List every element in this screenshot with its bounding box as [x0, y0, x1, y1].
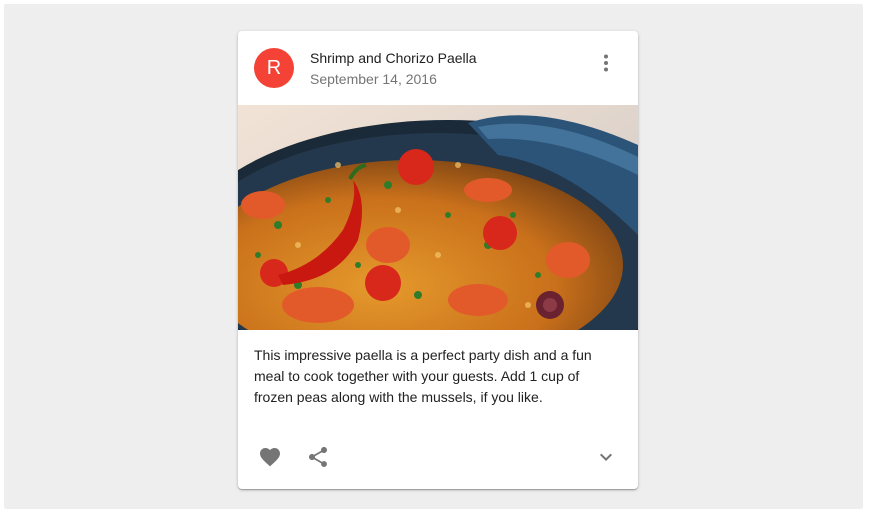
card-media-image [238, 105, 638, 330]
avatar: R [254, 48, 294, 88]
expand-more-icon [600, 453, 612, 461]
more-vert-icon [604, 54, 608, 72]
card-title: Shrimp and Chorizo Paella [310, 50, 477, 66]
favorite-icon [260, 448, 280, 467]
share-button[interactable] [298, 437, 338, 477]
favorite-button[interactable] [250, 437, 290, 477]
card-subheader: September 14, 2016 [310, 71, 437, 87]
recipe-card: R Shrimp and Chorizo Paella September 14… [238, 31, 638, 489]
share-icon [309, 447, 327, 467]
card-actions [238, 437, 638, 477]
page-background: R Shrimp and Chorizo Paella September 14… [4, 4, 863, 509]
expand-button[interactable] [586, 437, 626, 477]
card-description: This impressive paella is a perfect part… [254, 347, 592, 405]
more-options-button[interactable] [590, 47, 622, 79]
card-header: R Shrimp and Chorizo Paella September 14… [238, 31, 638, 105]
